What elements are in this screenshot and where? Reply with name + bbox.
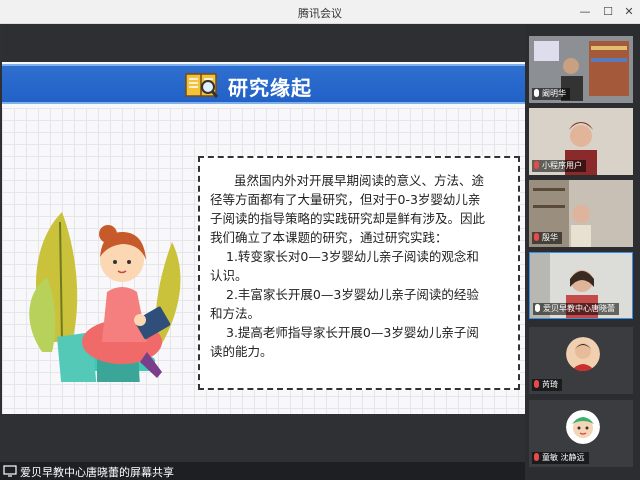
book-magnifier-icon [185,73,219,98]
participant-tile[interactable]: 殷华 [529,180,633,247]
shared-screen-top-margin [2,24,525,62]
participant-tile[interactable]: 芮琦 [529,327,633,394]
participant-tile[interactable]: 阚明华 [529,36,633,103]
participant-name: 殷华 [532,232,562,244]
maximize-button[interactable]: ☐ [599,3,617,21]
participant-tile-active-speaker[interactable]: 爱贝早教中心唐晓蕾 [529,252,633,319]
goal-2-line-1: 2.丰富家长开展0—3岁婴幼儿亲子阅读的经验 [226,287,479,302]
participant-name: 芮琦 [532,379,562,391]
paragraph-line-2: 径等方面都有了大量研究，但对于0-3岁婴幼儿亲 [210,192,481,207]
microphone-muted-icon [534,233,539,241]
participant-name: 阚明华 [532,88,570,100]
microphone-muted-icon [534,161,539,169]
research-text-box: 虽然国内外对开展早期阅读的意义、方法、途 径等方面都有了大量研究，但对于0-3岁… [198,156,520,390]
participant-name: 小程序用户 [532,160,586,172]
participant-tile[interactable]: 小程序用户 [529,108,633,175]
goal-1-line-2: 认识。 [210,268,248,283]
presentation-slide: 研究缘起 虽然国内外对开展早期阅读的意义、方法、途 径等方面都有了大量研究，但对… [2,62,525,414]
goal-3-line-1: 3.提高老师指导家长开展0—3岁婴幼儿亲子阅 [226,325,479,340]
screen-share-label: 爱贝早教中心唐晓蕾的屏幕共享 [20,466,174,479]
participant-tile[interactable]: 童敏 沈静远 [529,400,633,467]
goal-3-line-2: 读的能力。 [210,344,273,359]
window-titlebar: 腾讯会议 — ☐ ✕ [0,0,640,24]
paragraph-line-3: 子阅读的指导策略的实践研究却是鲜有涉及。因此 [210,211,486,226]
microphone-icon [534,89,539,97]
participant-avatar [566,337,600,371]
paragraph-line-1: 虽然国内外对开展早期阅读的意义、方法、途 [234,173,485,188]
participant-name: 童敏 沈静远 [532,452,589,464]
screen-share-bar: 爱贝早教中心唐晓蕾的屏幕共享 [0,462,525,480]
microphone-muted-icon [534,453,539,461]
participant-avatar [566,410,600,444]
close-button[interactable]: ✕ [620,3,638,21]
participant-name: 爱贝早教中心唐晓蕾 [533,303,619,315]
goal-2-line-2: 和方法。 [210,306,261,321]
screen-share-icon [3,465,17,477]
participant-sidebar[interactable]: 阚明华 小程序用户 殷华 爱贝早教中心唐晓蕾 芮琦 童敏 沈静远 [525,24,640,480]
slide-heading-banner: 研究缘起 [2,64,525,104]
girl-reading-illustration [29,212,181,382]
goal-1-line-1: 1.转变家长对0—3岁婴幼儿亲子阅读的观念和 [226,249,479,264]
window-title: 腾讯会议 [298,7,342,20]
paragraph-line-4: 我们确立了本课题的研究，通过研究实践： [210,230,448,245]
minimize-button[interactable]: — [576,3,594,21]
microphone-icon [535,304,540,312]
microphone-muted-icon [534,380,539,388]
slide-heading: 研究缘起 [228,76,312,100]
